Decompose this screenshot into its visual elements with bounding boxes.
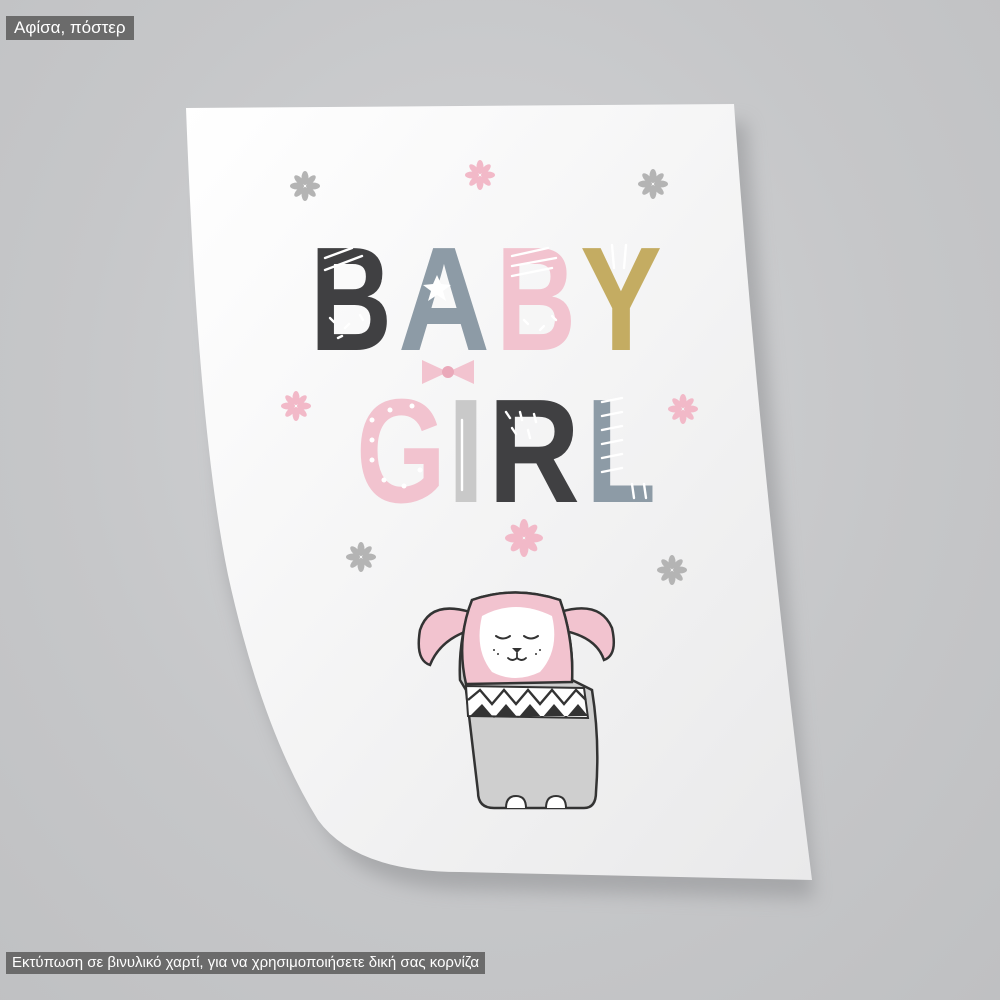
letter-b1: B	[310, 217, 392, 382]
letter-i: I	[446, 369, 486, 534]
letter-r: R	[488, 369, 580, 534]
letter-g: G	[356, 369, 446, 534]
letter-y: Y	[580, 217, 662, 382]
product-type-label: Αφίσα, πόστερ	[6, 16, 134, 40]
print-info-label: Εκτύπωση σε βινυλικό χαρτί, για να χρησι…	[6, 952, 486, 974]
word-girl: G I R L	[356, 369, 656, 534]
letter-b2: B	[496, 217, 576, 382]
bunny-face	[479, 607, 555, 678]
letter-l: L	[586, 369, 656, 534]
word-baby: B A B Y	[310, 217, 662, 382]
poster-scene: B A B Y G I R L	[186, 104, 814, 898]
